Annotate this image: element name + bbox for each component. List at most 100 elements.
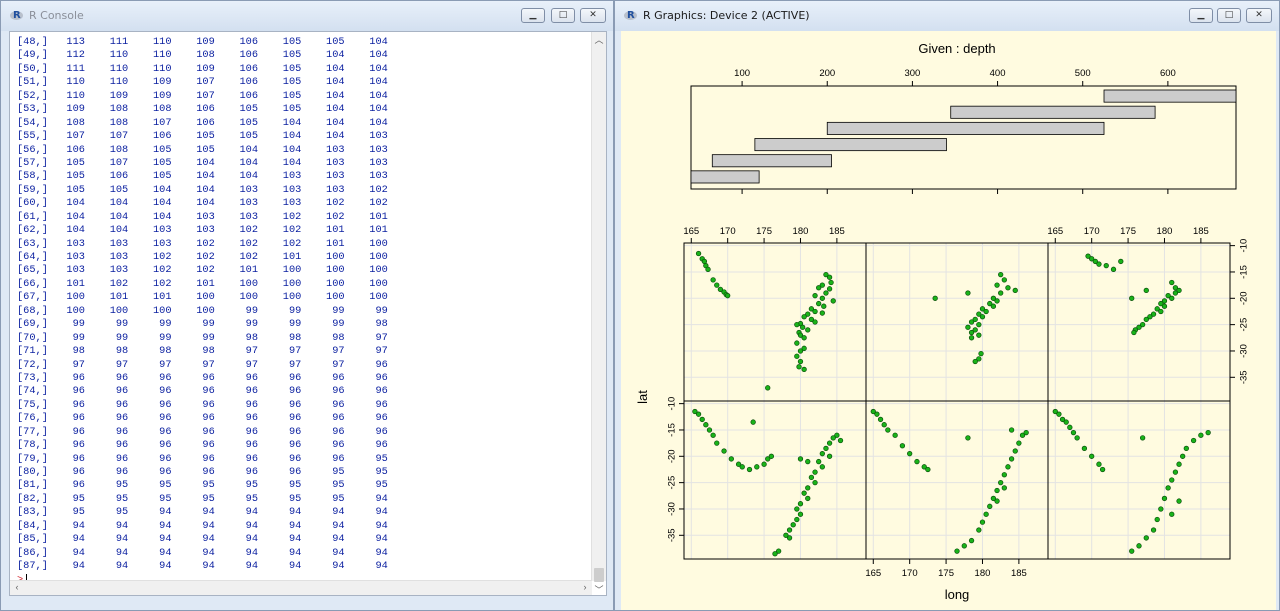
matrix-cell: 96 — [171, 371, 215, 384]
matrix-cell: 94 — [344, 560, 388, 573]
minimize-button[interactable]: ▁ — [521, 8, 545, 23]
y-tick-label: -25 — [1238, 318, 1249, 332]
matrix-cell: 105 — [214, 116, 259, 129]
data-point — [968, 537, 975, 544]
matrix-cell: 95 — [171, 492, 215, 505]
matrix-cell: 96 — [344, 439, 388, 452]
console-row: [48,] 113 111 110 109 106 105 105 104 — [17, 36, 592, 49]
row-index-label: [52,] — [17, 89, 55, 102]
data-point — [976, 332, 982, 338]
data-point — [703, 422, 709, 428]
matrix-cell: 106 — [214, 62, 259, 75]
data-point — [1161, 303, 1168, 309]
data-point — [797, 511, 804, 517]
data-point — [801, 314, 807, 320]
x-tick-label: 180 — [793, 226, 809, 237]
maximize-button[interactable]: □ — [551, 8, 575, 23]
data-point — [1129, 548, 1135, 554]
row-index-label: [48,] — [17, 36, 55, 48]
x-tick-label: 165 — [865, 568, 881, 579]
data-point — [994, 282, 1000, 288]
data-point — [994, 298, 1000, 304]
y-tick-label: -30 — [1238, 344, 1249, 358]
matrix-cell: 106 — [214, 89, 259, 102]
scroll-left-arrow-icon[interactable]: ‹ — [10, 582, 24, 592]
matrix-cell: 94 — [84, 560, 129, 573]
matrix-cell: 95 — [171, 479, 215, 492]
x-tick-label: 180 — [1157, 226, 1173, 237]
close-button[interactable]: ✕ — [1246, 8, 1272, 23]
graphics-titlebar[interactable]: R R Graphics: Device 2 (ACTIVE) ▁ □ ✕ — [615, 1, 1279, 31]
row-index-label: [54,] — [17, 116, 55, 129]
matrix-cell: 104 — [54, 197, 85, 210]
console-row: [66,] 101 102 102 101 100 100 100 100 — [17, 278, 592, 291]
matrix-cell: 96 — [171, 452, 215, 465]
matrix-cell: 107 — [171, 76, 215, 89]
scroll-thumb[interactable] — [594, 568, 604, 582]
matrix-cell: 96 — [258, 398, 302, 411]
matrix-cell: 94 — [214, 506, 259, 519]
data-point — [1158, 308, 1164, 315]
matrix-cell: 105 — [258, 36, 302, 48]
r-console-window[interactable]: R R Console ▁ □ ✕ [48,] 113 111 110 109 … — [0, 0, 614, 611]
data-point — [794, 353, 800, 359]
matrix-cell: 106 — [54, 143, 85, 156]
matrix-cell: 109 — [128, 89, 172, 102]
matrix-cell: 103 — [214, 183, 259, 196]
data-point — [1081, 445, 1088, 452]
matrix-cell: 98 — [128, 345, 172, 358]
matrix-cell: 95 — [258, 492, 302, 505]
matrix-cell: 100 — [344, 264, 388, 277]
console-text[interactable]: [48,] 113 111 110 109 106 105 105 104 [49… — [17, 36, 592, 587]
scroll-down-arrow-icon[interactable]: ﹀ — [592, 583, 606, 595]
matrix-cell: 104 — [344, 103, 388, 116]
data-point — [812, 469, 818, 475]
matrix-cell: 102 — [344, 197, 388, 210]
matrix-cell: 105 — [54, 183, 85, 196]
minimize-button[interactable]: ▁ — [1189, 8, 1213, 23]
data-point — [812, 308, 818, 315]
console-row: [81,] 96 95 95 95 95 95 95 95 — [17, 479, 592, 492]
matrix-cell: 103 — [301, 183, 345, 196]
data-point — [821, 303, 827, 309]
matrix-cell: 96 — [301, 385, 345, 398]
scroll-right-arrow-icon[interactable]: › — [578, 582, 592, 592]
matrix-cell: 97 — [301, 345, 345, 358]
y-tick-label: -30 — [666, 502, 677, 516]
matrix-cell: 102 — [258, 210, 302, 223]
data-point — [819, 295, 825, 301]
close-button[interactable]: ✕ — [580, 8, 606, 23]
data-point — [1169, 511, 1175, 517]
matrix-cell: 97 — [258, 345, 302, 358]
data-point — [794, 340, 800, 346]
data-point — [750, 419, 756, 425]
matrix-cell: 109 — [128, 76, 172, 89]
console-titlebar[interactable]: R R Console ▁ □ ✕ — [1, 1, 613, 31]
given-tick-label: 600 — [1160, 68, 1176, 79]
console-row: [87,] 94 94 94 94 94 94 94 94 — [17, 560, 592, 573]
horizontal-scrollbar[interactable]: ‹ › — [10, 580, 592, 595]
data-point — [978, 350, 984, 357]
matrix-cell: 95 — [344, 452, 388, 465]
matrix-cell: 94 — [214, 519, 259, 532]
data-point — [968, 329, 975, 336]
matrix-cell: 94 — [258, 546, 302, 559]
matrix-cell: 107 — [54, 130, 85, 143]
matrix-cell: 110 — [54, 89, 85, 102]
data-point — [699, 416, 705, 423]
y-tick-label: -15 — [1238, 265, 1249, 279]
vertical-scrollbar[interactable]: ︿ ﹀ — [591, 32, 606, 595]
r-logo-icon: R — [624, 10, 638, 22]
console-row: [67,] 100 101 101 100 100 100 100 100 — [17, 291, 592, 304]
matrix-cell: 102 — [171, 237, 215, 250]
matrix-cell: 104 — [84, 197, 129, 210]
r-graphics-window[interactable]: R R Graphics: Device 2 (ACTIVE) ▁ □ ✕ Gi… — [614, 0, 1280, 611]
scroll-up-arrow-icon[interactable]: ︿ — [592, 33, 606, 46]
matrix-cell: 96 — [258, 385, 302, 398]
console-output-area[interactable]: [48,] 113 111 110 109 106 105 105 104 [49… — [9, 31, 607, 596]
data-point — [968, 335, 975, 341]
data-point — [1136, 543, 1142, 549]
row-index-label: [59,] — [17, 183, 55, 196]
maximize-button[interactable]: □ — [1217, 8, 1241, 23]
matrix-cell: 109 — [84, 89, 129, 102]
